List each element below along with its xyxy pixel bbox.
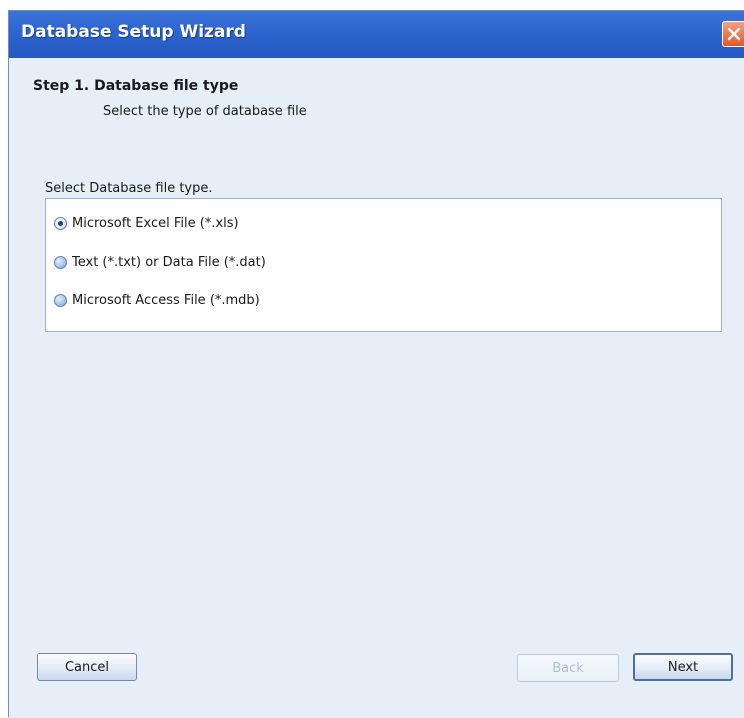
option-access-label: Microsoft Access File (*.mdb) [72,292,260,308]
wizard-content: Step 1. Database file type Select the ty… [9,58,744,718]
title-bar[interactable]: Database Setup Wizard [9,11,744,58]
radio-text-file[interactable] [54,255,67,269]
file-type-label: Select Database file type. [45,181,213,196]
close-button[interactable] [722,21,744,47]
radio-excel-file[interactable] [54,216,67,230]
option-access-file[interactable]: Microsoft Access File (*.mdb) [54,290,260,310]
step-subtitle: Select the type of database file [103,104,307,119]
step-title: Step 1. Database file type [33,78,239,94]
option-text-label: Text (*.txt) or Data File (*.dat) [72,254,266,270]
wizard-window: Database Setup Wizard Step 1. Database f… [8,10,744,718]
back-button[interactable]: Back [517,654,619,682]
option-excel-file[interactable]: Microsoft Excel File (*.xls) [54,213,239,233]
radio-access-file[interactable] [54,293,67,307]
option-excel-label: Microsoft Excel File (*.xls) [72,215,239,231]
cancel-button[interactable]: Cancel [37,653,137,681]
file-type-options-panel: Microsoft Excel File (*.xls) Text (*.txt… [45,198,722,332]
option-text-file[interactable]: Text (*.txt) or Data File (*.dat) [54,252,266,272]
window-title: Database Setup Wizard [21,22,246,42]
next-button[interactable]: Next [633,653,733,681]
